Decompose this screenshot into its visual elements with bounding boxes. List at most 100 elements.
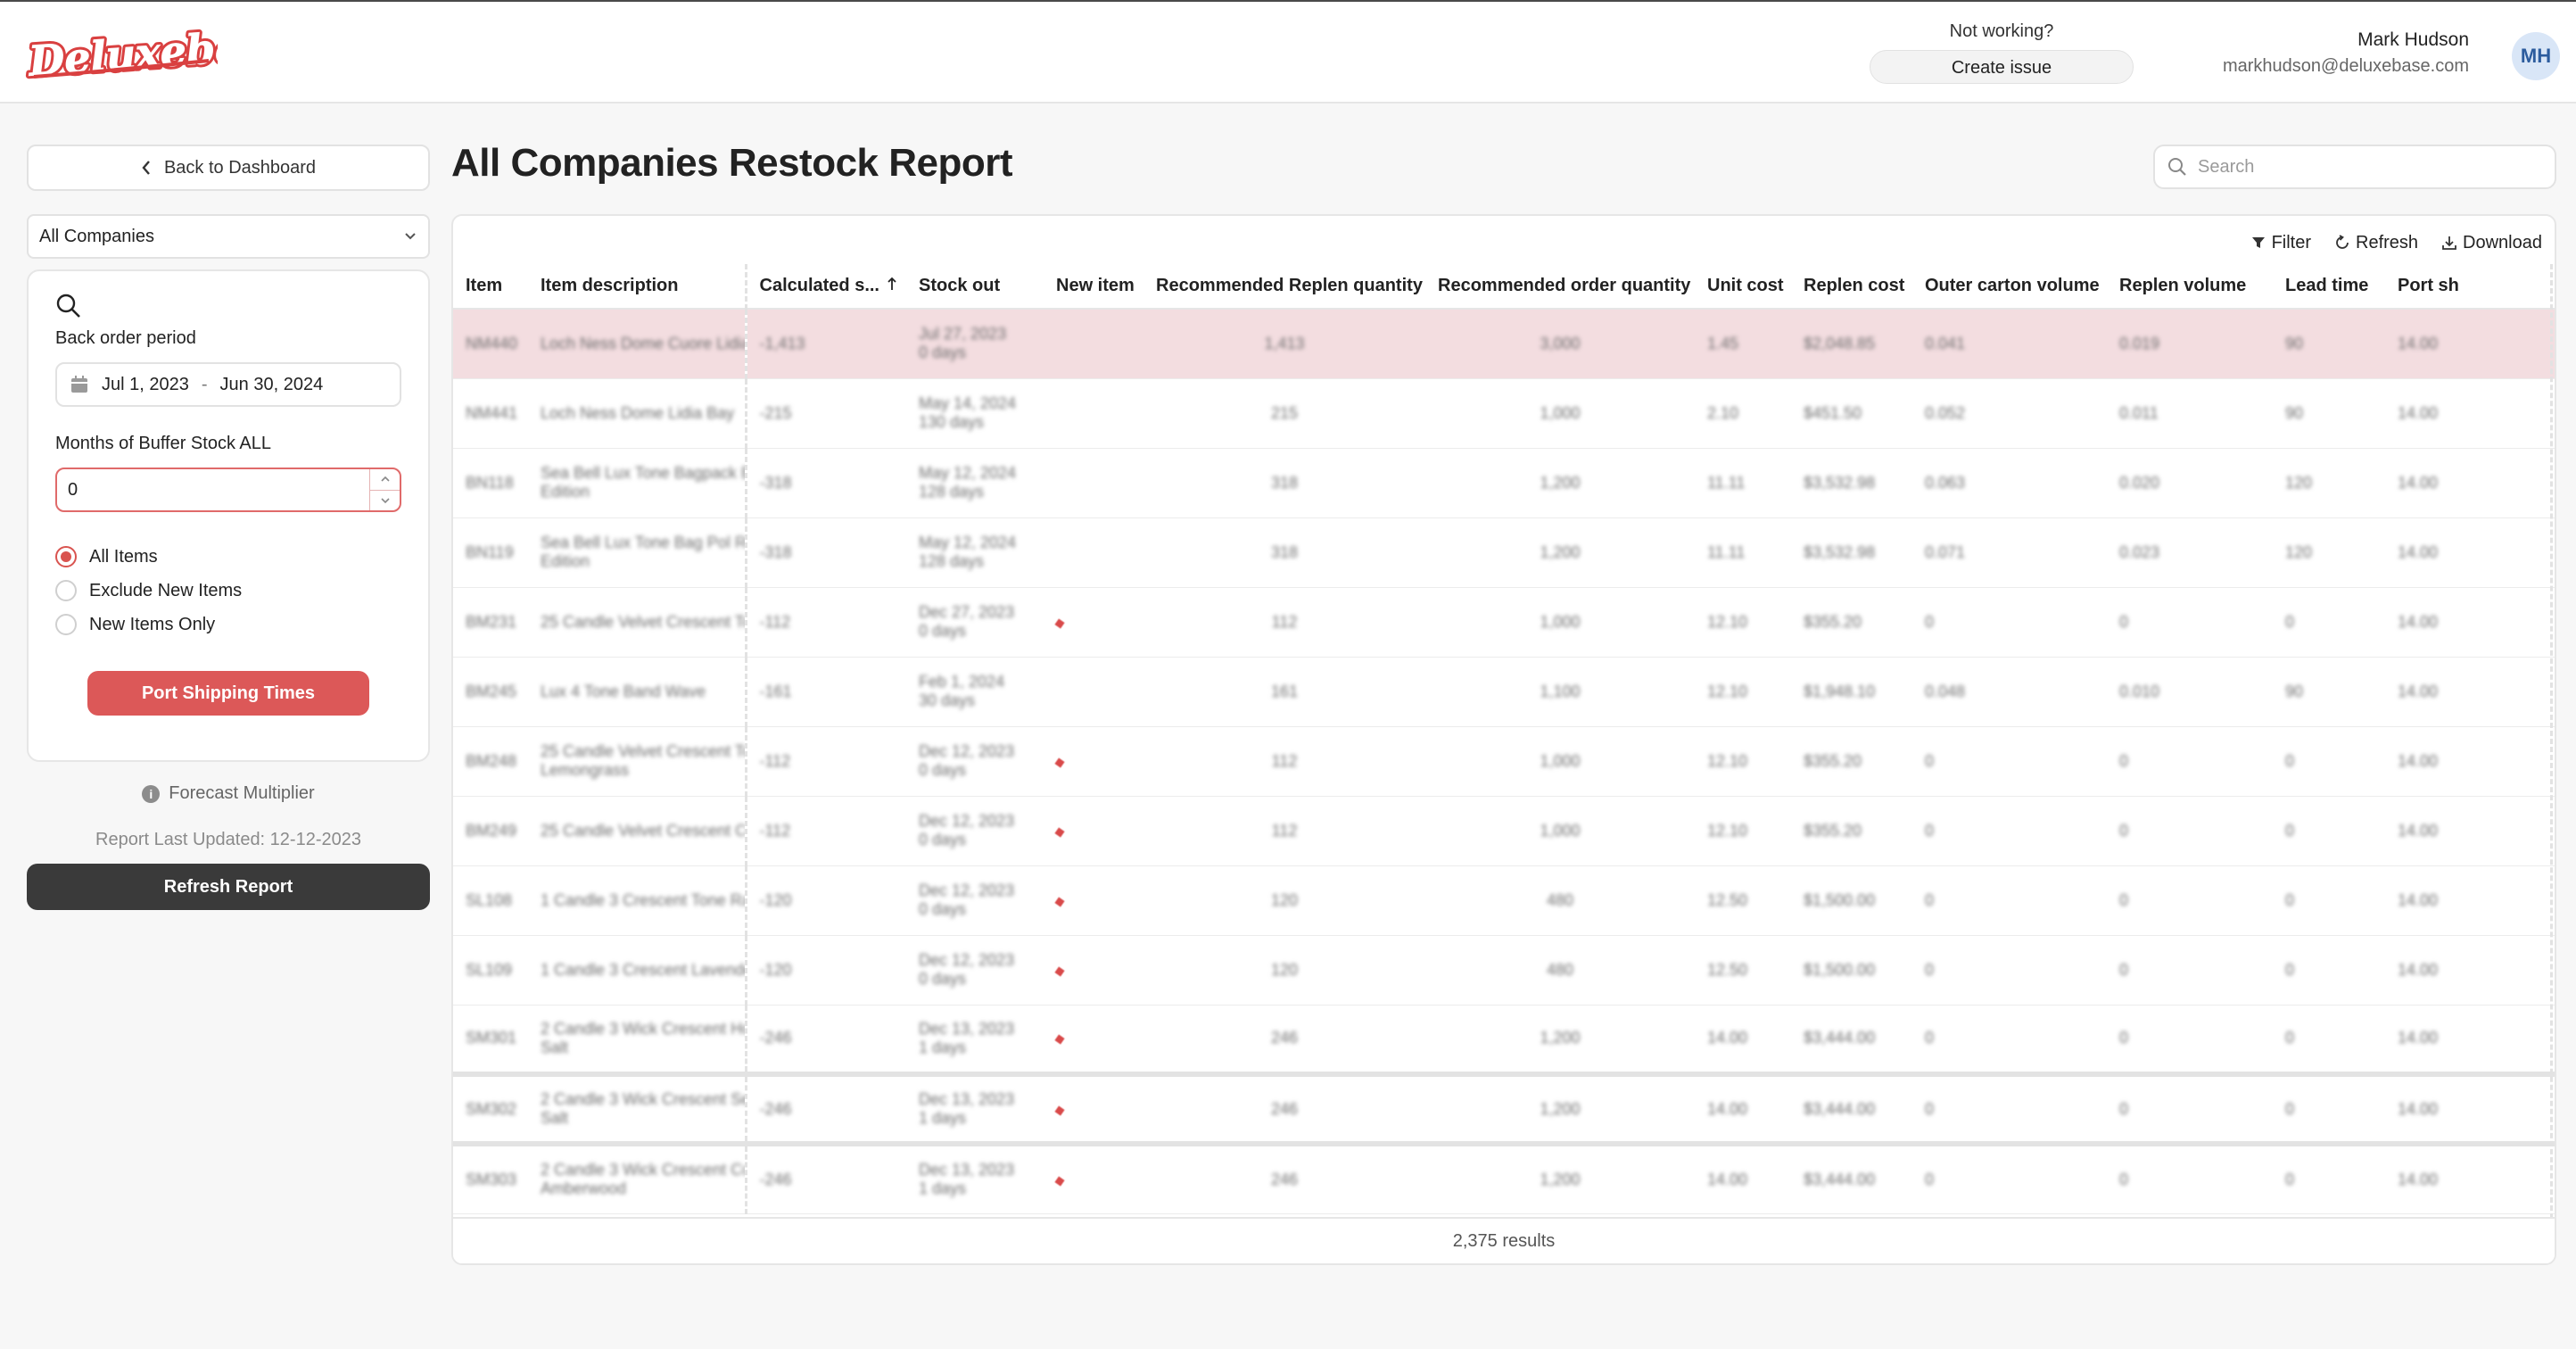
cell-stock-out-text: May 12, 2024 [919, 534, 1017, 551]
cell-item-description-text: 2 Candle 3 Wick Crescent Holly Sea [541, 1019, 743, 1038]
cell-recommended-replen: 246 [1144, 1005, 1425, 1077]
cell-item-description: 2 Candle 3 Wick Crescent Holly SeaSalt [528, 1005, 747, 1077]
table-row[interactable]: BN118 Sea Bell Lux Tone Bagpack Blu Saile… [453, 448, 2555, 518]
cell-replen-cost-text: $1,948.10 [1804, 682, 1876, 700]
stepper-up-icon[interactable] [370, 469, 400, 491]
cell-replen-volume-text: 0 [2119, 751, 2129, 770]
col-header-port-shipping[interactable]: Port sh [2385, 264, 2555, 310]
col-header-stock-out[interactable]: Stock out [906, 264, 1044, 310]
search-input[interactable] [2198, 156, 2519, 178]
col-header-recommended-replen[interactable]: Recommended Replen quantity [1144, 264, 1425, 310]
company-select[interactable]: All Companies [27, 214, 430, 259]
cell-calculated-text: -246 [759, 1099, 792, 1118]
col-header-calculated-label: Calculated s... [759, 276, 880, 295]
stepper-down-icon[interactable] [370, 491, 400, 511]
table-row[interactable]: NM441 Loch Ness Dome Lidia Bay -215 May 14,… [453, 378, 2555, 449]
create-issue-button[interactable]: Create issue [1870, 50, 2134, 84]
cell-stock-out: May 12, 2024 128 days [906, 517, 1044, 588]
table-row[interactable]: NM440 Loch Ness Dome Cuore Lidia -1,413 Jul… [453, 309, 2555, 379]
user-name: Mark Hudson [2357, 29, 2469, 50]
date-range-picker[interactable]: Jul 1, 2023 - Jun 30, 2024 [55, 362, 401, 407]
table-row[interactable]: SM303 2 Candle 3 Wick Crescent Cove Amberw… [453, 1144, 2555, 1214]
refresh-report-button[interactable]: Refresh Report [27, 864, 430, 910]
scroll-edge [2549, 264, 2553, 1219]
table-row[interactable]: BM248 25 Candle Velvet Crescent ToneLemon… [453, 726, 2555, 797]
cell-item-description-text: 25 Candle Velvet Crescent Tone [541, 742, 743, 760]
cell-replen-volume: 0 [2107, 796, 2273, 866]
table-row[interactable]: BM245 Lux 4 Tone Band Wave -161 Feb 1, 2024… [453, 657, 2555, 727]
cell-lead-time-text: 0 [2285, 821, 2295, 840]
cell-port-shipping: 14.00 [2385, 796, 2555, 866]
search-icon[interactable] [55, 293, 82, 319]
refresh-label: Refresh [2356, 232, 2419, 252]
cell-recommended-replen: 112 [1144, 796, 1425, 866]
quantity-stepper[interactable] [369, 469, 400, 510]
sort-ascending-icon[interactable] [887, 277, 897, 291]
col-header-unit-cost[interactable]: Unit cost [1695, 264, 1791, 310]
cell-item-description: 2 Candle 3 Wick Crescent Sea TideSalt [528, 1074, 747, 1146]
cell-stock-out: Dec 12, 2023 0 days [906, 865, 1044, 936]
radio-exclude-new-items[interactable]: Exclude New Items [55, 580, 242, 601]
table-row[interactable]: SL108 1 Candle 3 Crescent Tone Raspberry-… [453, 865, 2555, 936]
cell-replen-cost-text: $355.20 [1804, 612, 1862, 631]
avatar[interactable]: MH [2512, 32, 2560, 80]
date-separator: - [201, 374, 208, 394]
col-header-item-description[interactable]: Item description [528, 264, 747, 310]
cell-calculated: -161 [746, 657, 906, 727]
search-field[interactable] [2153, 145, 2556, 189]
cell-item-description-text: Lux 4 Tone Band Wave [541, 682, 706, 700]
cell-replen-volume-text: 0.010 [2119, 682, 2160, 700]
col-header-replen-volume[interactable]: Replen volume [2107, 264, 2273, 310]
filter-button[interactable]: Filter [2250, 233, 2311, 253]
cell-calculated-text: -112 [759, 612, 791, 631]
radio-button[interactable] [55, 614, 77, 635]
radio-button[interactable] [55, 580, 77, 601]
col-header-replen-cost[interactable]: Replen cost [1791, 264, 1912, 310]
cell-replen-cost-text: $3,532.98 [1804, 542, 1876, 561]
table-row[interactable]: SM301 2 Candle 3 Wick Crescent Holly SeaS… [453, 1005, 2555, 1077]
search-icon [2168, 158, 2186, 176]
cell-recommended-order-text: 1,000 [1540, 751, 1581, 770]
radio-all-items[interactable]: All Items [55, 546, 158, 567]
calendar-icon [71, 376, 87, 393]
table-row[interactable]: BM231 25 Candle Velvet Crescent Tone Rose… [453, 587, 2555, 658]
cell-item: BN119 [453, 517, 528, 588]
refresh-button[interactable]: Refresh [2334, 233, 2418, 253]
cell-replen-cost-text: $1,500.00 [1804, 890, 1876, 909]
cell-unit-cost-text: 14.00 [1707, 1099, 1748, 1118]
cell-replen-volume-text: 0 [2119, 1170, 2129, 1188]
cell-recommended-order: 1,100 [1425, 657, 1695, 727]
table-row[interactable]: BM249 25 Candle Velvet Crescent Cove Pink… [453, 796, 2555, 866]
col-header-calculated[interactable]: Calculated s... [746, 264, 906, 310]
cell-unit-cost-text: 14.00 [1707, 1170, 1748, 1188]
cell-recommended-replen: 112 [1144, 726, 1425, 797]
radio-label: All Items [89, 546, 158, 567]
cell-calculated: -1,413 [746, 309, 906, 379]
cell-recommended-order: 1,200 [1425, 1005, 1695, 1077]
download-button[interactable]: Download [2441, 233, 2542, 253]
download-label: Download [2463, 232, 2542, 252]
col-header-item[interactable]: Item [453, 264, 528, 310]
table-row[interactable]: BN119 Sea Bell Lux Tone Bag Pol RoyalEdit… [453, 517, 2555, 588]
cell-item: SL109 [453, 935, 528, 1006]
back-to-dashboard-button[interactable]: Back to Dashboard [27, 145, 430, 191]
forecast-multiplier-link[interactable]: i Forecast Multiplier [27, 783, 430, 804]
cell-recommended-replen: 161 [1144, 657, 1425, 727]
radio-button-selected[interactable] [55, 546, 77, 567]
col-header-lead-time[interactable]: Lead time [2273, 264, 2385, 310]
table-row[interactable]: SM302 2 Candle 3 Wick Crescent Sea TideSa… [453, 1074, 2555, 1146]
cell-lead-time: 0 [2273, 935, 2385, 1006]
buffer-stock-input[interactable]: 0 [55, 468, 401, 512]
cell-item-description-text: 25 Candle Velvet Crescent Cove Pink [541, 821, 746, 840]
col-header-new-item[interactable]: New item [1044, 264, 1144, 310]
radio-new-items-only[interactable]: New Items Only [55, 614, 215, 635]
cell-calculated-text: -112 [759, 821, 791, 840]
cell-recommended-replen: 120 [1144, 865, 1425, 936]
table-header-row: Item Item description Calculated s... St… [453, 264, 2555, 310]
cell-recommended-replen-text: 120 [1270, 890, 1299, 909]
deluxebase-logo[interactable]: Deluxebase Deluxebase [25, 18, 218, 86]
col-header-outer-carton-volume[interactable]: Outer carton volume [1912, 264, 2107, 310]
table-row[interactable]: SL109 1 Candle 3 Crescent Lavender -120 Dec… [453, 935, 2555, 1006]
port-shipping-times-button[interactable]: Port Shipping Times [87, 671, 369, 716]
col-header-recommended-order[interactable]: Recommended order quantity [1425, 264, 1695, 310]
